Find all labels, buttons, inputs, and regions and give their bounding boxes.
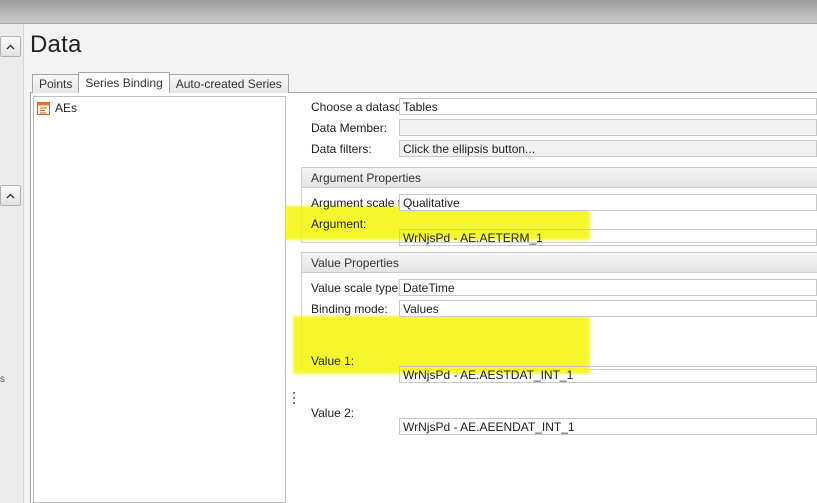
argument-scale-type-field[interactable]: Qualitative: [399, 194, 817, 211]
data-member-label: Data Member:: [311, 121, 388, 135]
choose-datasource-label: Choose a datasou: [311, 100, 399, 114]
collapse-button-top[interactable]: [0, 36, 21, 57]
choose-datasource-field[interactable]: Tables: [399, 98, 817, 115]
table-series-icon: [37, 101, 50, 115]
argument-field[interactable]: WrNjsPd - AE.AETERM_1: [399, 229, 817, 246]
data-filters-label: Data filters:: [311, 142, 372, 156]
data-member-field[interactable]: [399, 119, 817, 136]
window-title-bar: [0, 0, 817, 24]
value-properties-header: Value Properties: [302, 253, 817, 273]
tab-series-binding[interactable]: Series Binding: [78, 72, 170, 93]
tab-auto-created-series[interactable]: Auto-created Series: [168, 74, 289, 93]
argument-properties-header: Argument Properties: [302, 168, 817, 188]
data-filters-field[interactable]: Click the ellipsis button...: [399, 140, 817, 157]
value-scale-type-label: Value scale type:: [311, 281, 399, 295]
binding-mode-field[interactable]: Values: [399, 300, 817, 317]
binding-mode-label: Binding mode:: [311, 302, 388, 316]
series-item-label: AEs: [55, 101, 78, 115]
value1-field[interactable]: WrNjsPd - AE.AESTDAT_INT_1: [399, 366, 817, 383]
value-scale-type-field[interactable]: DateTime: [399, 279, 817, 296]
argument-label: Argument:: [311, 217, 367, 231]
list-item[interactable]: AEs: [37, 100, 77, 116]
left-navigation-strip: s: [0, 24, 24, 503]
tab-strip: Points Series Binding Auto-created Serie…: [32, 72, 289, 93]
argument-scale-type-label: Argument scale typ: [311, 196, 399, 210]
chevron-up-icon: [6, 44, 15, 49]
value2-label: Value 2:: [311, 406, 355, 420]
value2-field[interactable]: WrNjsPd - AE.AEENDAT_INT_1: [399, 418, 817, 435]
value1-label: Value 1:: [311, 354, 355, 368]
tab-points[interactable]: Points: [32, 74, 80, 93]
page-title: Data: [30, 31, 82, 58]
collapse-button-middle[interactable]: [0, 185, 21, 206]
left-strip-text: s: [0, 374, 5, 385]
series-list[interactable]: AEs: [33, 96, 286, 503]
chevron-up-icon: [6, 193, 15, 198]
